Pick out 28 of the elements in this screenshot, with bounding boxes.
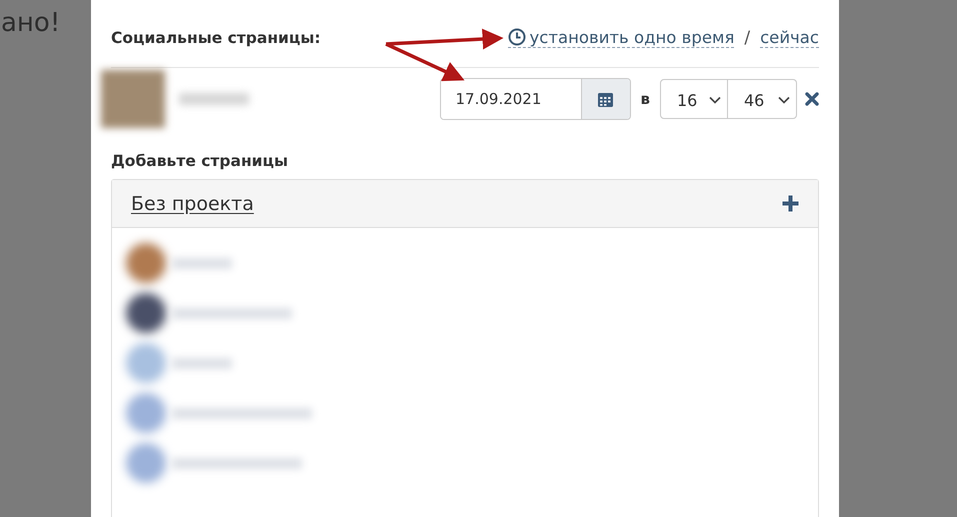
section-title: Социальные страницы: (111, 28, 321, 46)
blurred-avatar (126, 393, 166, 433)
add-button[interactable] (781, 194, 800, 213)
project-name-link[interactable]: Без проекта (131, 192, 254, 214)
hour-select[interactable]: 16 (660, 79, 728, 119)
calendar-button[interactable] (580, 79, 630, 119)
clock-icon (508, 28, 526, 46)
calendar-icon (597, 90, 614, 108)
blurred-avatar (126, 443, 166, 483)
blurred-avatar (126, 243, 166, 283)
chevron-down-icon (778, 96, 790, 104)
now-link[interactable]: сейчас (760, 28, 819, 48)
background-heading: ано! (1, 8, 60, 38)
blurred-text (172, 258, 232, 268)
chevron-down-icon (709, 96, 721, 104)
blurred-avatar (126, 293, 166, 333)
blurred-text (179, 93, 249, 105)
add-pages-title: Добавьте страницы (111, 152, 290, 170)
date-field[interactable]: 17.09.2021 (440, 78, 630, 120)
blurred-avatar (126, 343, 166, 383)
blurred-avatar (101, 70, 165, 128)
close-icon (805, 92, 819, 106)
plus-icon (781, 194, 800, 213)
separator-text: / (744, 28, 750, 48)
at-label: в (640, 90, 650, 108)
set-one-time-link[interactable]: установить одно время (508, 28, 734, 48)
remove-button[interactable] (805, 92, 819, 106)
minute-select[interactable]: 46 (728, 79, 797, 119)
